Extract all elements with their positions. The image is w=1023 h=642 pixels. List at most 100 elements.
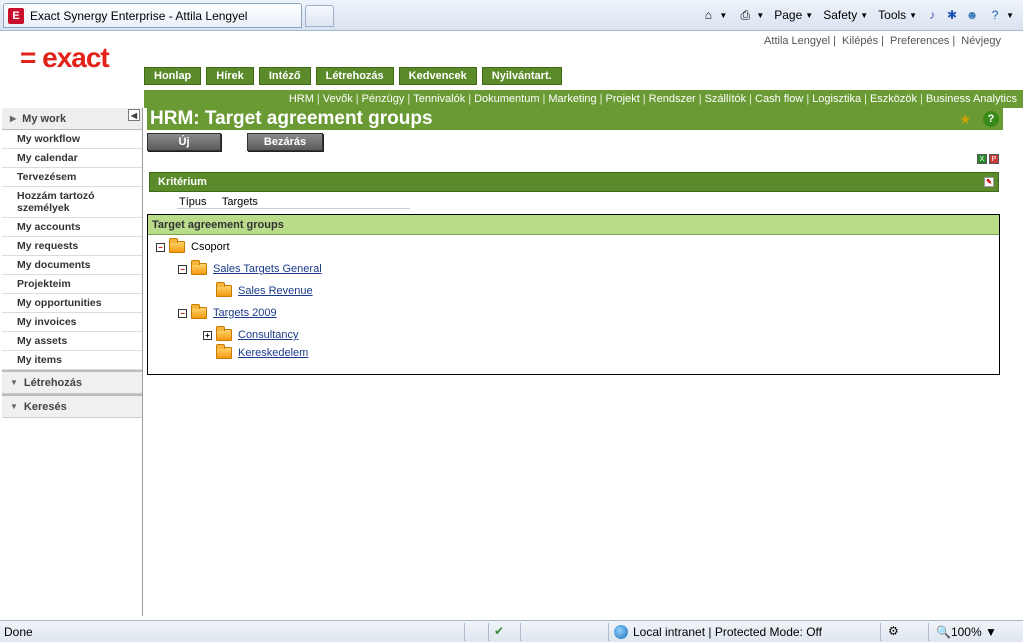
main-content: HRM: Target agreement groups ★ ? Új Bezá…	[147, 108, 1023, 616]
tree-node-root: − Csoport	[156, 238, 230, 255]
sidebar-item-my-invoices[interactable]: My invoices	[2, 313, 142, 332]
criteria-header-label: Kritérium	[158, 176, 207, 188]
subnav-eszkozok[interactable]: Eszközök	[870, 93, 917, 105]
expand-icon[interactable]: +	[203, 330, 212, 340]
page-menu-label: Page	[774, 8, 803, 22]
zoom-level[interactable]: 🔍100% ▼	[936, 625, 997, 639]
user-name-link[interactable]: Attila Lengyel	[764, 35, 830, 47]
subnav-rendszer[interactable]: Rendszer	[649, 93, 696, 105]
globe-icon	[614, 625, 628, 639]
tools-menu-button[interactable]: Tools ▼	[875, 8, 920, 22]
sidebar-item-hozzam-tartozo[interactable]: Hozzám tartozó személyek	[2, 187, 142, 218]
security-zone-label: Local intranet | Protected Mode: Off	[633, 625, 822, 639]
folder-open-icon	[191, 304, 207, 319]
help-button[interactable]: ? ▼	[984, 7, 1017, 23]
subnav-penzugy[interactable]: Pénzügy	[362, 93, 405, 105]
nav-tab-kedvencek[interactable]: Kedvencek	[398, 67, 477, 85]
link-sales-revenue[interactable]: Sales Revenue	[238, 285, 313, 297]
subnav-logisztika[interactable]: Logisztika	[812, 93, 861, 105]
subnav-projekt[interactable]: Projekt	[606, 93, 640, 105]
protected-mode-icon[interactable]: ⚙	[888, 624, 899, 638]
close-button[interactable]: Bezárás	[247, 133, 323, 151]
folder-open-icon	[191, 260, 207, 275]
groups-header: Target agreement groups	[148, 215, 999, 235]
nav-tab-letrehozas[interactable]: Létrehozás	[315, 67, 394, 85]
sidebar-item-my-documents[interactable]: My documents	[2, 256, 142, 275]
help-icon[interactable]: ?	[983, 111, 999, 127]
new-button[interactable]: Új	[147, 133, 221, 151]
status-bar: Done ✔ Local intranet | Protected Mode: …	[0, 620, 1023, 642]
folder-icon	[216, 344, 232, 359]
collapse-sidebar-icon[interactable]: ◀	[128, 109, 140, 121]
chevron-down-icon: ▼	[1006, 10, 1014, 20]
link-consultancy[interactable]: Consultancy	[238, 329, 299, 341]
add-favorite-icon[interactable]: ★	[959, 111, 975, 127]
collapse-icon[interactable]: −	[178, 308, 187, 318]
tree-node-kereskedelem: Kereskedelem	[216, 344, 308, 361]
link-targets-2009[interactable]: Targets 2009	[213, 307, 277, 319]
pin-icon[interactable]: ✎	[984, 177, 994, 187]
criteria-divider	[177, 208, 410, 209]
print-list-icon[interactable]: P	[989, 154, 999, 164]
subnav-business-analytics[interactable]: Business Analytics	[926, 93, 1017, 105]
print-button[interactable]: ⎙ ▼	[734, 7, 767, 23]
preferences-link[interactable]: Preferences	[890, 35, 949, 47]
collapse-icon[interactable]: −	[156, 242, 165, 252]
subnav-szallitok[interactable]: Szállítók	[705, 93, 747, 105]
tree-node-sales-revenue: Sales Revenue	[216, 282, 313, 299]
nav-tab-intezo[interactable]: Intéző	[258, 67, 311, 85]
sidebar-item-my-assets[interactable]: My assets	[2, 332, 142, 351]
popup-blocked-icon[interactable]: ✔	[494, 624, 504, 638]
messenger-icon[interactable]: ☻	[964, 7, 980, 23]
tree-node-consultancy: + Consultancy	[203, 326, 299, 343]
logout-link[interactable]: Kilépés	[842, 35, 878, 47]
subnav-vevok[interactable]: Vevők	[323, 93, 353, 105]
new-tab-button[interactable]	[305, 5, 334, 27]
subnav-hrm[interactable]: HRM	[289, 93, 314, 105]
sidebar-section-letrehozas[interactable]: ▼ Létrehozás	[2, 370, 142, 394]
action-buttons: Új Bezárás	[147, 133, 323, 151]
command-bar: ⌂ ▼ ⎙ ▼ Page ▼ Safety ▼ Tools ▼ ♪ ✱ ☻ ? ▼	[697, 5, 1017, 25]
criteria-type-value: Targets	[221, 196, 258, 208]
bluetooth-icon[interactable]: ✱	[944, 7, 960, 23]
chevron-down-icon: ▼	[805, 10, 814, 20]
main-nav: Honlap Hírek Intéző Létrehozás Kedvencek…	[144, 67, 562, 85]
nav-tab-hirek[interactable]: Hírek	[206, 67, 254, 85]
home-button[interactable]: ⌂ ▼	[697, 7, 730, 23]
sidebar-item-my-accounts[interactable]: My accounts	[2, 218, 142, 237]
chevron-down-icon: ▼	[756, 10, 765, 20]
criteria-header[interactable]: Kritérium ✎	[149, 172, 999, 192]
sidebar-header-my-work[interactable]: ▶ My work ◀	[2, 108, 142, 130]
subnav-marketing[interactable]: Marketing	[548, 93, 596, 105]
sidebar-item-my-items[interactable]: My items	[2, 351, 142, 370]
nav-tab-honlap[interactable]: Honlap	[144, 67, 202, 85]
tree-node-sales-general: − Sales Targets General	[178, 260, 322, 277]
security-zone[interactable]: Local intranet | Protected Mode: Off	[614, 625, 822, 639]
browser-tab[interactable]: E Exact Synergy Enterprise - Attila Leng…	[3, 3, 302, 28]
sidebar-item-my-calendar[interactable]: My calendar	[2, 149, 142, 168]
research-icon[interactable]: ♪	[924, 7, 940, 23]
sidebar-item-my-workflow[interactable]: My workflow	[2, 130, 142, 149]
caret-right-icon: ▶	[10, 114, 17, 123]
export-excel-icon[interactable]: X	[977, 154, 987, 164]
link-kereskedelem[interactable]: Kereskedelem	[238, 347, 308, 359]
browser-toolbar: E Exact Synergy Enterprise - Attila Leng…	[0, 0, 1023, 31]
printer-icon: ⎙	[740, 7, 751, 22]
subnav-tennivalok[interactable]: Tennivalók	[413, 93, 465, 105]
page-menu-button[interactable]: Page ▼	[771, 8, 816, 22]
sidebar-item-projekteim[interactable]: Projekteim	[2, 275, 142, 294]
collapse-icon[interactable]: −	[178, 264, 187, 274]
subnav-dokumentum[interactable]: Dokumentum	[474, 93, 539, 105]
safety-menu-button[interactable]: Safety ▼	[820, 8, 871, 22]
subnav-cash-flow[interactable]: Cash flow	[755, 93, 803, 105]
sidebar-section-kereses[interactable]: ▼ Keresés	[2, 394, 142, 418]
nav-tab-nyilvantart[interactable]: Nyilvántart.	[481, 67, 562, 85]
link-sales-targets-general[interactable]: Sales Targets General	[213, 263, 322, 275]
sidebar-item-my-requests[interactable]: My requests	[2, 237, 142, 256]
sidebar-item-my-opportunities[interactable]: My opportunities	[2, 294, 142, 313]
browser-tab-title: Exact Synergy Enterprise - Attila Lengye…	[30, 8, 248, 23]
folder-icon	[216, 326, 232, 341]
sidebar: ▶ My work ◀ My workflow My calendar Terv…	[2, 108, 143, 616]
about-link[interactable]: Névjegy	[961, 35, 1001, 47]
sidebar-item-tervezesem[interactable]: Tervezésem	[2, 168, 142, 187]
